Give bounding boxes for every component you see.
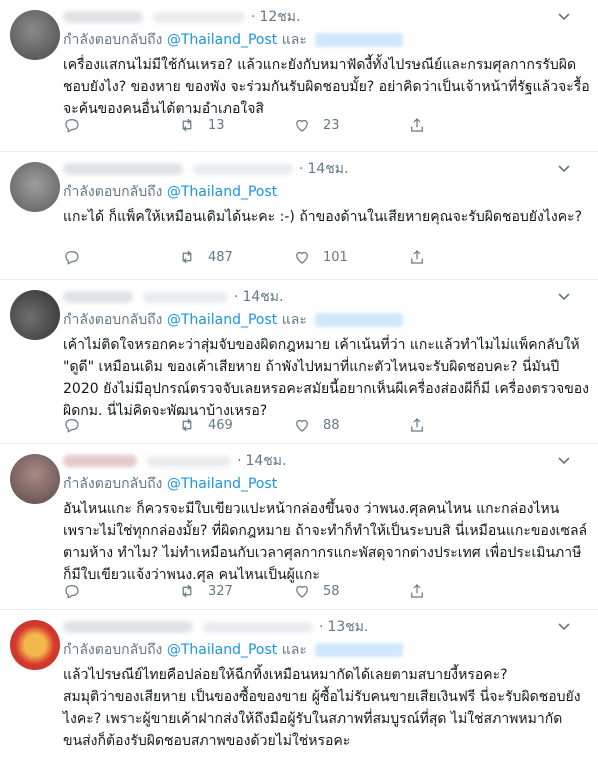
- like-icon: [296, 119, 308, 132]
- mention-link[interactable]: @Thailand_Post: [167, 642, 277, 658]
- reply-button[interactable]: [63, 582, 178, 600]
- share-button[interactable]: [408, 116, 438, 134]
- reply-feed: · 12ชม. กำลังตอบกลับถึง @Thailand_Post แ…: [0, 0, 598, 768]
- retweet-icon: [182, 418, 192, 432]
- share-button[interactable]: [408, 248, 438, 266]
- reply-button[interactable]: [63, 416, 178, 434]
- like-count: 58: [323, 583, 340, 599]
- tweet-text: เค้าไม่ติดใจหรอกคะว่าสุ่มจับของผิดกฎหมาย…: [63, 337, 590, 419]
- share-icon: [411, 250, 423, 264]
- mention-link-blurred[interactable]: [315, 33, 404, 47]
- share-icon: [411, 584, 423, 598]
- replying-to: กำลังตอบกลับถึง @Thailand_Post: [63, 184, 278, 200]
- avatar[interactable]: [10, 454, 60, 504]
- like-button[interactable]: 88: [293, 416, 408, 434]
- retweet-icon: [182, 584, 192, 598]
- tweet[interactable]: · 13ชม. กำลังตอบกลับถึง @Thailand_Post แ…: [0, 610, 598, 768]
- like-button[interactable]: 101: [293, 248, 408, 266]
- like-button[interactable]: 23: [293, 116, 408, 134]
- chevron-down-icon[interactable]: [556, 452, 572, 468]
- tweet[interactable]: · 14ชม. กำลังตอบกลับถึง @Thailand_Post แ…: [0, 280, 598, 444]
- share-icon: [411, 418, 423, 432]
- retweet-button[interactable]: 327: [178, 582, 293, 600]
- share-button[interactable]: [408, 416, 438, 434]
- retweet-button[interactable]: 469: [178, 416, 293, 434]
- username[interactable]: [143, 291, 228, 303]
- mention-link-blurred[interactable]: [315, 643, 404, 657]
- like-icon: [296, 251, 308, 264]
- mention-link[interactable]: @Thailand_Post: [167, 312, 277, 328]
- mention-link[interactable]: @Thailand_Post: [167, 32, 277, 48]
- replying-to: กำลังตอบกลับถึง @Thailand_Post และ: [63, 30, 590, 50]
- like-count: 23: [323, 117, 340, 133]
- retweet-count: 487: [208, 249, 233, 265]
- display-name[interactable]: [63, 163, 183, 175]
- avatar[interactable]: [10, 290, 60, 340]
- mention-link[interactable]: @Thailand_Post: [167, 476, 277, 492]
- username[interactable]: [193, 163, 293, 175]
- retweet-button[interactable]: 13: [178, 116, 293, 134]
- share-icon: [411, 118, 423, 132]
- mention-link-blurred[interactable]: [315, 313, 404, 327]
- like-count: 101: [323, 249, 348, 265]
- reply-icon: [65, 251, 79, 265]
- reply-button[interactable]: [63, 248, 178, 266]
- replying-to: กำลังตอบกลับถึง @Thailand_Post: [63, 476, 278, 492]
- replying-to: กำลังตอบกลับถึง @Thailand_Post และ: [63, 310, 590, 330]
- chevron-down-icon[interactable]: [556, 288, 572, 304]
- retweet-button[interactable]: 487: [178, 248, 293, 266]
- tweet-text: เครื่องแสกนไม่มีใช้กันเหรอ? แล้วแกะยังกั…: [63, 57, 590, 117]
- mention-link[interactable]: @Thailand_Post: [167, 184, 277, 200]
- tweet[interactable]: · 12ชม. กำลังตอบกลับถึง @Thailand_Post แ…: [0, 0, 598, 152]
- display-name[interactable]: [63, 621, 193, 633]
- like-icon: [296, 585, 308, 598]
- timestamp[interactable]: 14ชม.: [245, 450, 286, 472]
- display-name[interactable]: [63, 291, 133, 303]
- username[interactable]: [153, 11, 245, 23]
- tweet-text: แกะได้ ก็แพ็คให้เหมือนเดิมได้นะคะ :-) ถ้…: [63, 209, 583, 225]
- timestamp[interactable]: 13ชม.: [327, 616, 368, 638]
- reply-icon: [65, 119, 79, 133]
- reply-icon: [65, 419, 79, 433]
- tweet[interactable]: · 14ชม. กำลังตอบกลับถึง @Thailand_Post แ…: [0, 152, 598, 280]
- chevron-down-icon[interactable]: [556, 618, 572, 634]
- display-name[interactable]: [63, 11, 143, 23]
- display-name[interactable]: [63, 455, 137, 467]
- timestamp[interactable]: 14ชม.: [307, 158, 348, 180]
- reply-button[interactable]: [63, 116, 178, 134]
- username[interactable]: [147, 455, 231, 467]
- avatar[interactable]: [10, 620, 60, 670]
- avatar[interactable]: [10, 10, 60, 60]
- retweet-count: 13: [208, 117, 225, 133]
- like-button[interactable]: 58: [293, 582, 408, 600]
- like-count: 88: [323, 417, 340, 433]
- chevron-down-icon[interactable]: [556, 160, 572, 176]
- tweet[interactable]: · 14ชม. กำลังตอบกลับถึง @Thailand_Post อ…: [0, 444, 598, 610]
- timestamp[interactable]: 14ชม.: [242, 286, 283, 308]
- chevron-down-icon[interactable]: [556, 8, 572, 24]
- replying-to: กำลังตอบกลับถึง @Thailand_Post และ: [63, 640, 590, 660]
- retweet-icon: [182, 118, 192, 132]
- username[interactable]: [203, 621, 313, 633]
- reply-icon: [65, 585, 79, 599]
- tweet-text: แล้วไปรษณีย์ไทยคือปล่อยให้ฉีกทิ้งเหมือนห…: [63, 667, 581, 749]
- like-icon: [296, 419, 308, 432]
- avatar[interactable]: [10, 162, 60, 212]
- share-button[interactable]: [408, 582, 438, 600]
- retweet-icon: [182, 250, 192, 264]
- tweet-text: อันไหนแกะ ก็ควรจะมีใบเขียวแปะหน้ากล่องขึ…: [63, 501, 588, 583]
- retweet-count: 469: [208, 417, 233, 433]
- retweet-count: 327: [208, 583, 233, 599]
- timestamp[interactable]: 12ชม.: [259, 6, 300, 28]
